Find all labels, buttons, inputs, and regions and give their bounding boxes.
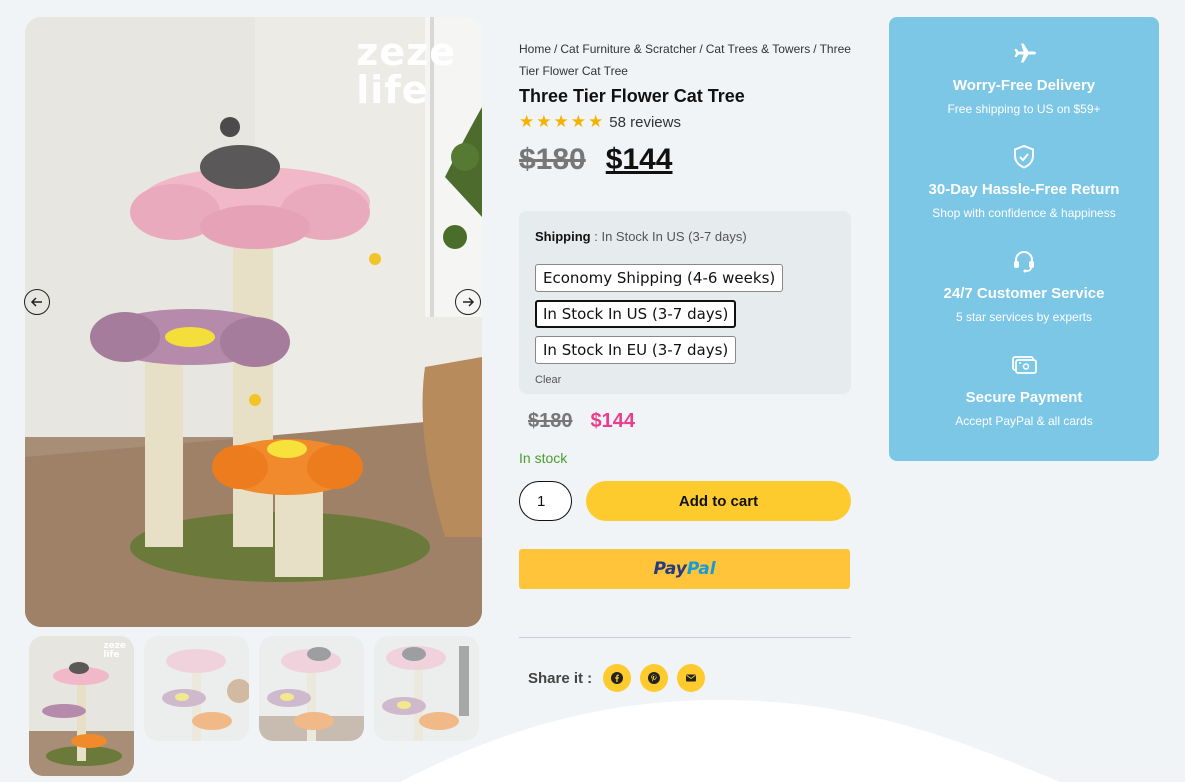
- stock-status: In stock: [519, 450, 568, 466]
- brand-logo: zeze life: [356, 30, 456, 112]
- pinterest-icon: [648, 672, 661, 684]
- paypal-button[interactable]: PayPal: [519, 549, 850, 589]
- feature-payment: Secure Payment Accept PayPal & all cards: [889, 351, 1159, 455]
- thumbnail-1[interactable]: zeze life: [29, 636, 134, 776]
- payment-card-icon: [1012, 356, 1037, 374]
- arrow-left-icon: [30, 297, 42, 307]
- breadcrumb-separator: /: [699, 42, 703, 56]
- divider: [519, 637, 851, 638]
- breadcrumb-separator: /: [813, 42, 817, 56]
- breadcrumb-cat-trees[interactable]: Cat Trees & Towers: [706, 42, 810, 56]
- headset-icon: [1014, 251, 1034, 273]
- share-section: Share it :: [528, 664, 706, 692]
- original-price: $180: [519, 143, 586, 176]
- star-icon: ★: [570, 112, 586, 131]
- product-rating[interactable]: ★ ★ ★ ★ ★ 58 reviews: [519, 113, 851, 131]
- option-in-stock-eu[interactable]: In Stock In EU (3-7 days): [535, 336, 737, 364]
- breadcrumb-cat-furniture[interactable]: Cat Furniture & Scratcher: [560, 42, 696, 56]
- breadcrumb: Home / Cat Furniture & Scratcher / Cat Trees…: [519, 38, 851, 82]
- feature-subtitle: Shop with confidence & happiness: [932, 206, 1116, 220]
- feature-return: 30-Day Hassle-Free Return Shop with conf…: [889, 143, 1159, 247]
- feature-delivery: Worry-Free Delivery Free shipping to US …: [889, 39, 1159, 143]
- feature-subtitle: 5 star services by experts: [955, 310, 1093, 324]
- option-in-stock-us[interactable]: In Stock In US (3-7 days): [535, 300, 737, 328]
- reviews-count[interactable]: 58 reviews: [609, 114, 681, 131]
- add-to-cart-button[interactable]: Add to cart: [586, 481, 851, 521]
- feature-title: Worry-Free Delivery: [952, 77, 1096, 94]
- quantity-input[interactable]: 1: [519, 481, 572, 521]
- next-image-button[interactable]: [455, 289, 481, 315]
- shipping-selector: Shipping : In Stock In US (3-7 days) Eco…: [519, 211, 851, 394]
- product-info: Home / Cat Furniture & Scratcher / Cat Trees…: [519, 38, 851, 177]
- star-icon: ★: [553, 112, 569, 131]
- thumbnail-brand-logo: zeze life: [103, 641, 126, 660]
- feature-subtitle: Accept PayPal & all cards: [955, 414, 1093, 428]
- feature-title: 24/7 Customer Service: [943, 285, 1105, 302]
- price-row: $180 $144: [519, 143, 851, 177]
- breadcrumb-separator: /: [554, 42, 558, 56]
- shield-check-icon: [1014, 144, 1034, 169]
- sale-price: $144: [605, 143, 673, 176]
- option-economy-shipping[interactable]: Economy Shipping (4-6 weeks): [535, 264, 784, 292]
- share-facebook-button[interactable]: [603, 664, 632, 692]
- thumbnail-3[interactable]: [259, 636, 364, 741]
- share-email-button[interactable]: [677, 664, 706, 692]
- feature-subtitle: Free shipping to US on $59+: [947, 102, 1101, 116]
- main-product-image: zeze life: [25, 17, 482, 627]
- thumbnail-2[interactable]: [144, 636, 249, 741]
- shipping-selected-value: In Stock In US (3-7 days): [601, 229, 747, 244]
- features-panel: Worry-Free Delivery Free shipping to US …: [889, 17, 1159, 461]
- feature-title: Secure Payment: [965, 389, 1083, 406]
- previous-image-button[interactable]: [24, 289, 50, 315]
- clear-selection-link[interactable]: Clear: [535, 374, 835, 386]
- variant-price: $180 $144: [528, 410, 635, 433]
- thumbnail-4[interactable]: [374, 636, 479, 741]
- star-icon: ★: [536, 112, 552, 131]
- paypal-logo-pay: Pay: [653, 559, 687, 579]
- facebook-icon: [611, 672, 624, 684]
- share-label: Share it :: [528, 669, 593, 687]
- shipping-label: Shipping : In Stock In US (3-7 days): [535, 229, 747, 244]
- share-pinterest-button[interactable]: [640, 664, 669, 692]
- variant-original-price: $180: [528, 410, 573, 432]
- arrow-right-icon: [463, 297, 475, 307]
- breadcrumb-home[interactable]: Home: [519, 42, 551, 56]
- thumbnail-strip: zeze life: [29, 636, 479, 776]
- star-icon: ★: [519, 112, 535, 131]
- shipping-options: Economy Shipping (4-6 weeks) In Stock In…: [535, 264, 835, 364]
- envelope-icon: [686, 674, 697, 682]
- product-title: Three Tier Flower Cat Tree: [519, 86, 745, 106]
- feature-support: 24/7 Customer Service 5 star services by…: [889, 247, 1159, 351]
- variant-sale-price: $144: [590, 410, 636, 432]
- airplane-icon: [1014, 43, 1036, 63]
- paypal-logo-pal: Pal: [686, 559, 716, 579]
- star-icon: ★: [588, 112, 604, 131]
- feature-title: 30-Day Hassle-Free Return: [928, 181, 1120, 198]
